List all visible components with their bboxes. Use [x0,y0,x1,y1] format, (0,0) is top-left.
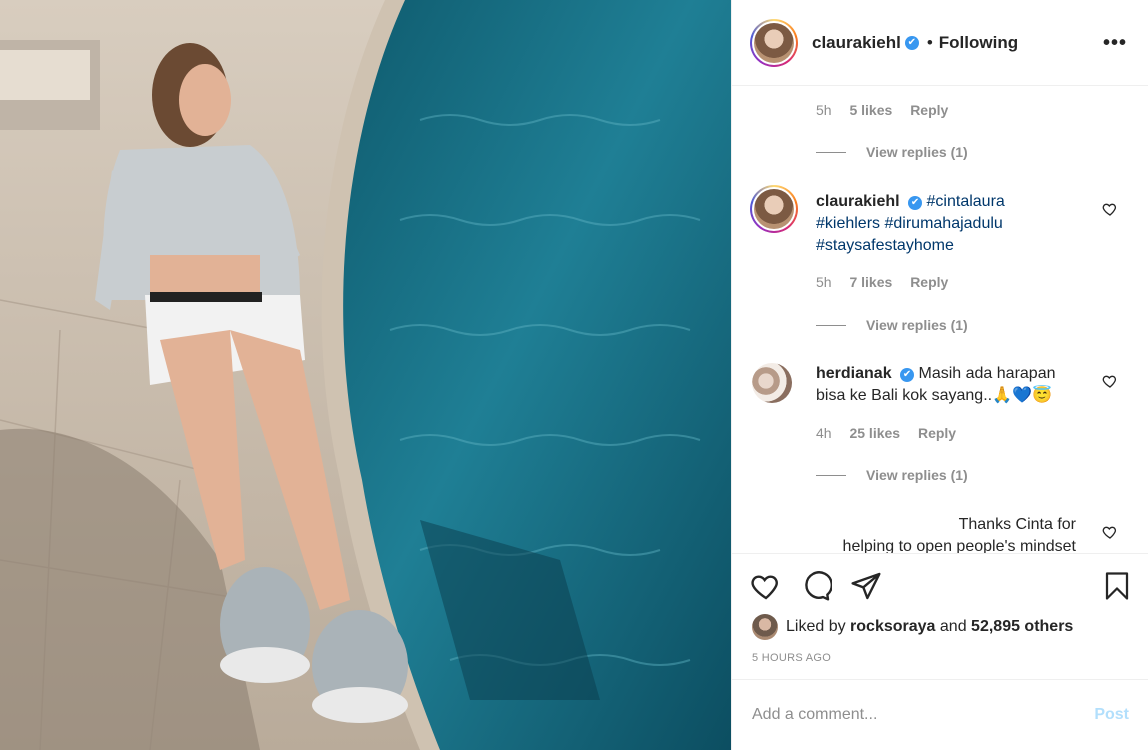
comment-username[interactable]: herdianak [816,365,892,382]
view-replies-label: View replies (1) [866,317,968,333]
comment-username[interactable]: claurakiehl [816,193,900,210]
like-comment-heart-icon[interactable] [1102,201,1118,217]
liked-and-text: and [939,618,967,635]
share-paper-plane-icon[interactable] [850,570,882,602]
post-actions: Liked by rocksoraya and 52,895 others 5 … [732,553,1148,750]
comment-meta: 5h 7 likes Reply [816,274,962,290]
view-replies-button[interactable]: View replies (1) [816,317,968,333]
comment-time: 5h [816,102,832,118]
post-photo[interactable] [0,0,731,750]
view-replies-button[interactable]: View replies (1) [816,467,968,483]
reply-button[interactable]: Reply [918,425,956,441]
save-bookmark-icon[interactable] [1102,570,1132,602]
author-avatar[interactable] [750,18,798,67]
post-side-panel: claurakiehl ✔ • Following ••• 5h 5 likes… [731,0,1148,750]
comment-body: Thanks Cinta for helping to open people'… [816,514,1076,553]
liked-by-text: Liked by [786,618,846,635]
hashtag-link[interactable]: #cintalaura [927,193,1005,210]
hashtag-link[interactable]: #dirumahajadulu [884,215,1002,232]
following-button[interactable]: Following [939,33,1018,53]
like-comment-heart-icon[interactable] [1102,524,1118,540]
comment-time: 4h [816,425,832,441]
comment-likes[interactable]: 25 likes [849,425,900,441]
post-comment-button[interactable]: Post [1094,706,1129,724]
comment-body: herdianak ✔ Masih ada harapan bisa ke Ba… [816,363,1096,407]
verified-icon: ✔ [904,35,919,50]
liked-others-count[interactable]: 52,895 others [971,618,1073,636]
post-timestamp[interactable]: 5 HOURS AGO [752,652,831,664]
liker-avatar[interactable] [752,614,778,640]
view-replies-label: View replies (1) [866,144,968,160]
more-options-icon[interactable]: ••• [1103,32,1127,55]
comments-list[interactable]: 5h 5 likes Reply View replies (1) claura… [732,87,1148,553]
comment-time: 5h [816,274,832,290]
comment-meta: 5h 5 likes Reply [816,102,962,118]
view-replies-button[interactable]: View replies (1) [816,144,968,160]
post-header: claurakiehl ✔ • Following ••• [732,0,1148,86]
comment-likes[interactable]: 5 likes [849,102,892,118]
comment-meta: 4h 25 likes Reply [816,425,970,441]
liked-by-username[interactable]: rocksoraya [850,618,935,636]
comment-input[interactable]: Add a comment... [752,706,877,724]
pool-photo-illustration [0,0,731,750]
commenter-avatar[interactable] [752,363,792,403]
comment-text: helping to open people's mindset [842,538,1076,553]
commenter-avatar[interactable] [750,185,798,233]
hashtag-link[interactable]: #kiehlers [816,215,880,232]
comment-body: claurakiehl ✔ #cintalaura #kiehlers #dir… [816,191,1096,257]
likes-summary: Liked by rocksoraya and 52,895 others [752,614,1073,640]
comment-text: bisa ke Bali kok sayang..🙏💙😇 [816,387,1052,404]
like-heart-icon[interactable] [750,570,782,602]
hashtag-link[interactable]: #staysafestayhome [816,237,954,254]
verified-icon: ✔ [908,196,923,210]
comment-text: Thanks Cinta for [958,516,1076,533]
replies-line [816,324,846,326]
replies-line [816,474,846,476]
reply-button[interactable]: Reply [910,102,948,118]
comment-bubble-icon[interactable] [800,570,832,602]
reply-button[interactable]: Reply [910,274,948,290]
verified-icon: ✔ [900,368,915,382]
replies-line [816,151,846,153]
like-comment-heart-icon[interactable] [1102,373,1118,389]
comment-text: Masih ada harapan [918,365,1056,382]
author-username[interactable]: claurakiehl [812,33,901,53]
add-comment-bar: Add a comment... Post [732,679,1148,750]
separator-dot: • [926,32,933,52]
comment-likes[interactable]: 7 likes [849,274,892,290]
view-replies-label: View replies (1) [866,467,968,483]
